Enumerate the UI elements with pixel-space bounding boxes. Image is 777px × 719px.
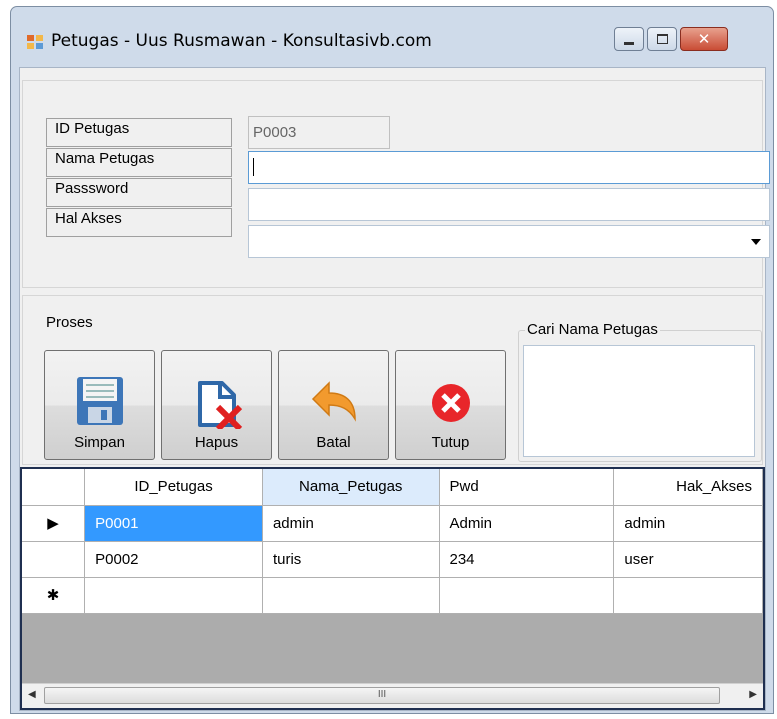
batal-label: Batal: [316, 434, 351, 451]
close-circle-icon: [432, 384, 470, 422]
simpan-button[interactable]: Simpan: [44, 350, 155, 460]
hapus-button[interactable]: Hapus: [161, 350, 272, 460]
input-panel: ID Petugas P0003 Nama Petugas Passsword …: [22, 80, 770, 288]
column-header-nama-petugas[interactable]: Nama_Petugas: [262, 469, 440, 506]
tutup-button[interactable]: Tutup: [395, 350, 506, 460]
title-bar[interactable]: Petugas - Uus Rusmawan - Konsultasivb.co…: [11, 7, 773, 67]
grid-cell[interactable]: user: [613, 541, 763, 578]
search-nama-input[interactable]: [523, 345, 755, 457]
grid-cell[interactable]: Admin: [439, 505, 615, 542]
petugas-data-grid[interactable]: ID_Petugas Nama_Petugas Pwd Hak_Akses ▶ …: [20, 467, 765, 710]
label-password: Passsword: [46, 178, 232, 207]
text-cursor: [253, 158, 254, 177]
maximize-icon: [656, 34, 668, 44]
search-group: Cari Nama Petugas: [518, 321, 762, 462]
chevron-down-icon: [751, 239, 761, 245]
grid-cell[interactable]: [84, 577, 263, 614]
table-row[interactable]: ▶ P0001 admin Admin admin: [22, 505, 763, 542]
simpan-label: Simpan: [74, 434, 125, 451]
grid-cell[interactable]: P0001: [84, 505, 263, 542]
nama-petugas-input[interactable]: [248, 151, 770, 184]
scroll-right-icon[interactable]: ▶: [749, 689, 757, 700]
search-group-title: Cari Nama Petugas: [525, 321, 660, 338]
close-button[interactable]: ✕: [680, 27, 728, 51]
floppy-disk-icon: [77, 377, 123, 425]
id-petugas-field: P0003: [248, 116, 390, 149]
new-row[interactable]: ✱: [22, 577, 763, 614]
minimize-button[interactable]: [614, 27, 644, 51]
grid-cell[interactable]: turis: [262, 541, 440, 578]
column-header-id-petugas[interactable]: ID_Petugas: [84, 469, 263, 506]
grid-cell[interactable]: [613, 577, 763, 614]
batal-button[interactable]: Batal: [278, 350, 389, 460]
form-client-area: ID Petugas P0003 Nama Petugas Passsword …: [19, 67, 770, 711]
hapus-label: Hapus: [194, 434, 239, 451]
table-row[interactable]: P0002 turis 234 user: [22, 541, 763, 578]
grid-cell[interactable]: admin: [262, 505, 440, 542]
minimize-icon: [624, 41, 634, 45]
grid-cell[interactable]: 234: [439, 541, 615, 578]
delete-file-icon: [198, 381, 243, 429]
tutup-label: Tutup: [431, 434, 470, 451]
column-header-pwd[interactable]: Pwd: [439, 469, 615, 506]
app-window: Petugas - Uus Rusmawan - Konsultasivb.co…: [10, 6, 774, 714]
grid-cell[interactable]: [262, 577, 440, 614]
scroll-thumb[interactable]: III: [44, 687, 720, 704]
grid-cell[interactable]: P0002: [84, 541, 263, 578]
label-nama-petugas: Nama Petugas: [46, 148, 232, 177]
hal-akses-dropdown[interactable]: [248, 225, 770, 258]
label-id-petugas: ID Petugas: [46, 118, 232, 147]
column-header-hak-akses[interactable]: Hak_Akses: [613, 469, 763, 506]
undo-arrow-icon: [311, 381, 356, 422]
window-title: Petugas - Uus Rusmawan - Konsultasivb.co…: [51, 31, 432, 51]
grid-table: ID_Petugas Nama_Petugas Pwd Hak_Akses ▶ …: [22, 469, 763, 614]
new-row-marker[interactable]: ✱: [22, 577, 86, 614]
scroll-left-icon[interactable]: ◀: [28, 689, 36, 700]
row-selector[interactable]: [22, 541, 86, 578]
grid-cell[interactable]: admin: [613, 505, 763, 542]
row-selector[interactable]: ▶: [22, 505, 86, 542]
horizontal-scrollbar[interactable]: ◀ III ▶: [22, 683, 763, 708]
proses-group-title: Proses: [44, 314, 95, 331]
grid-header-row: ID_Petugas Nama_Petugas Pwd Hak_Akses: [22, 469, 763, 506]
app-icon: [27, 35, 43, 49]
maximize-button[interactable]: [647, 27, 677, 51]
grid-cell[interactable]: [439, 577, 615, 614]
label-hal-akses: Hal Akses: [46, 208, 232, 237]
close-icon: ✕: [697, 30, 711, 48]
grid-corner: [22, 469, 86, 506]
password-input[interactable]: [248, 188, 770, 221]
